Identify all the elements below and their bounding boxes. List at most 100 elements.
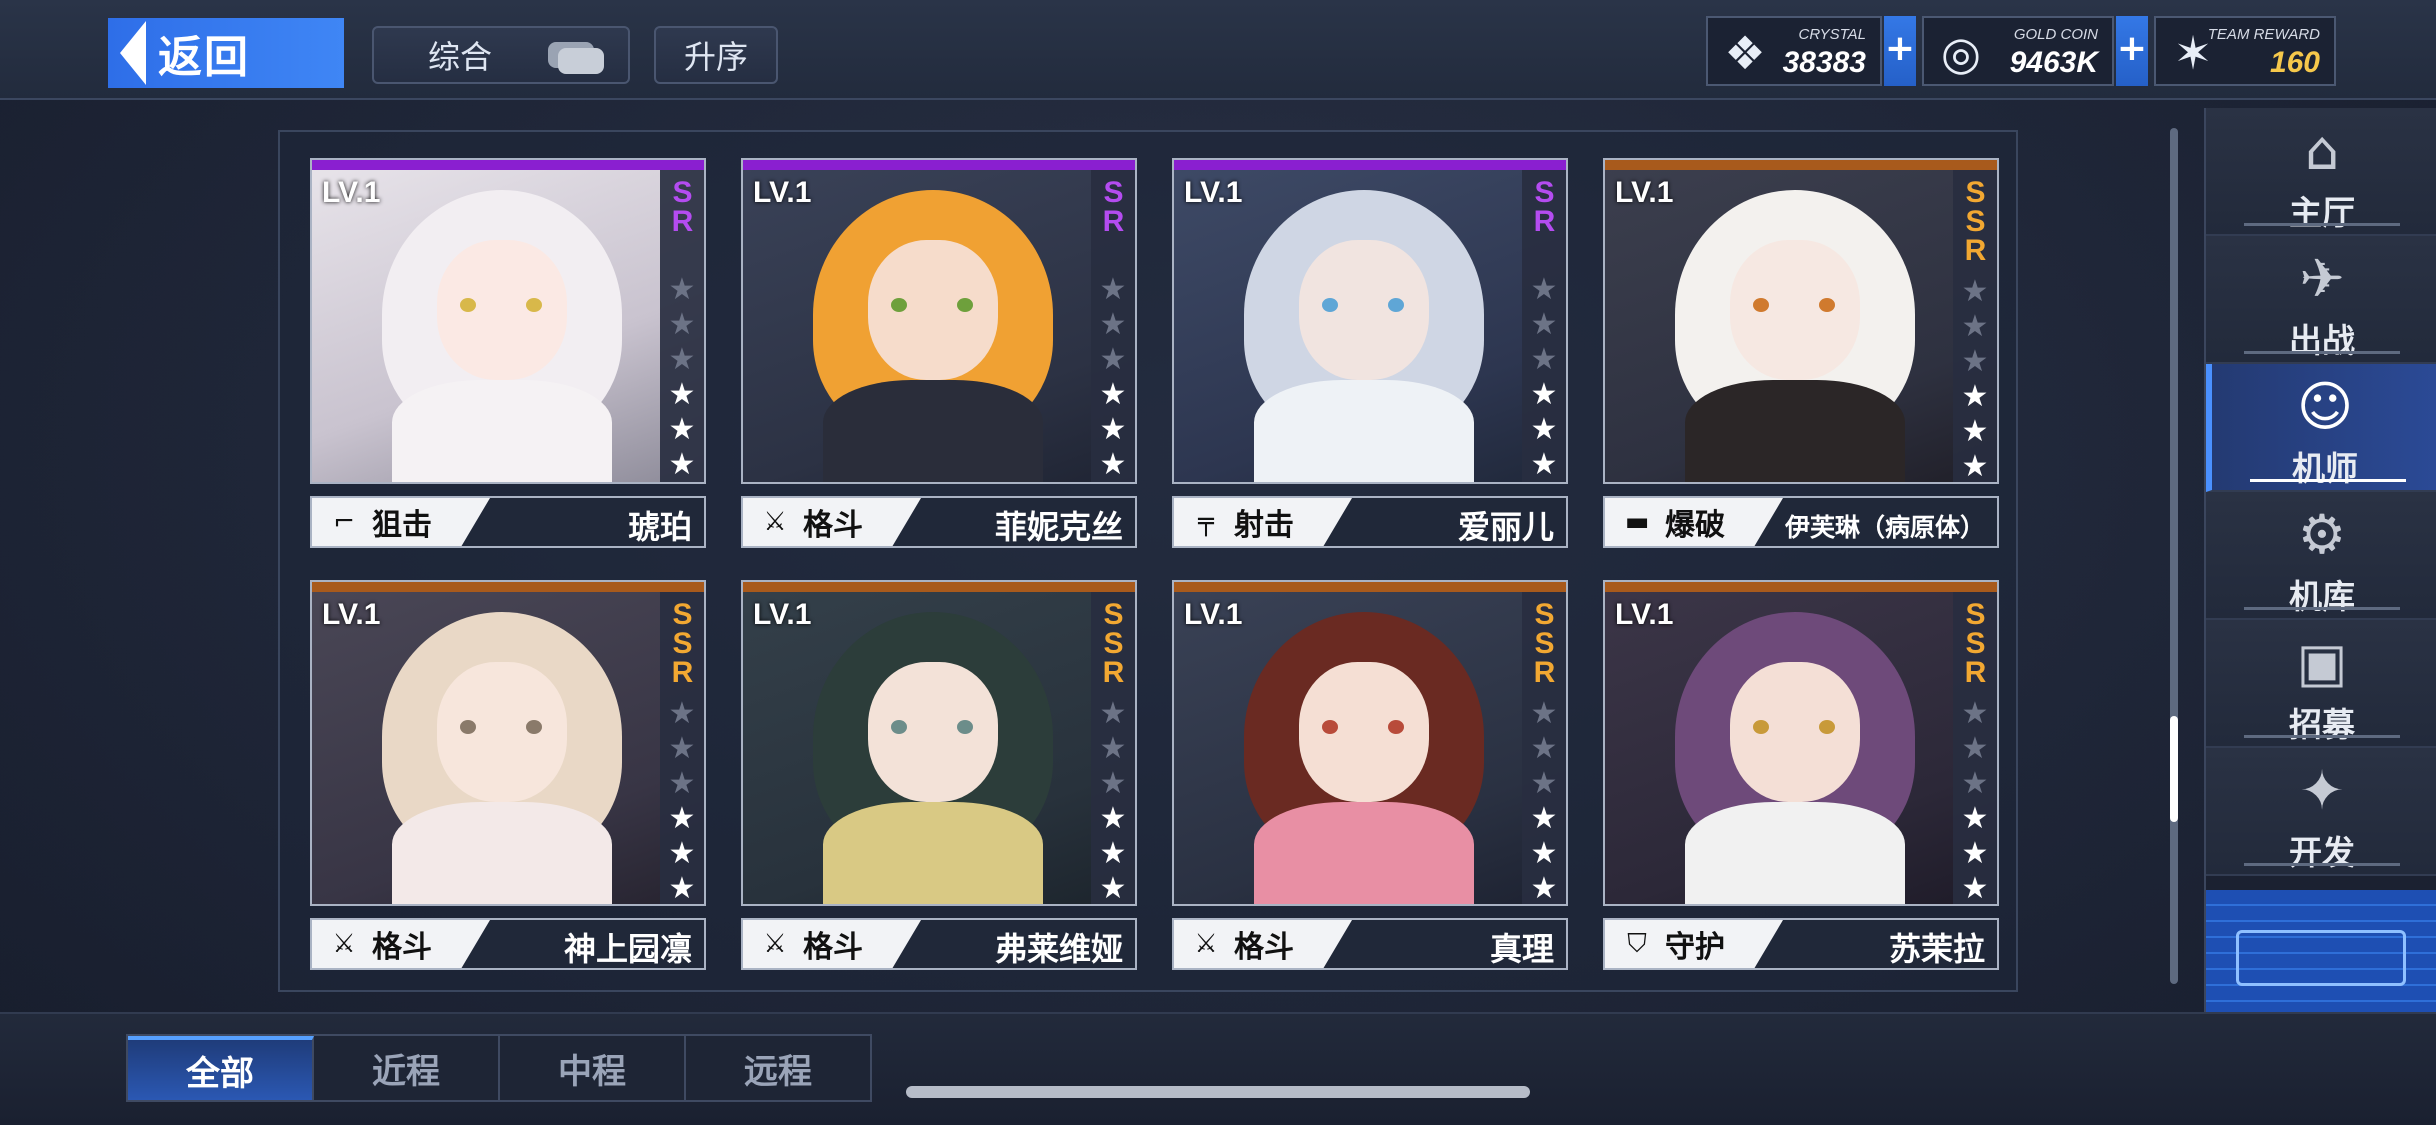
gold-coin-icon: ◎: [1940, 26, 1982, 80]
nav-item-develop[interactable]: ✦ 开发: [2206, 748, 2436, 876]
star-icon: ★: [1530, 307, 1558, 342]
pilot-name: 弗莱维娅: [994, 930, 1123, 968]
pilot-name: 琥珀: [627, 508, 692, 546]
launcher-icon: ▬: [1624, 507, 1650, 537]
crossed-swords-icon: ⚔: [1194, 929, 1218, 959]
pilot-illustration: [352, 602, 652, 904]
pilot-info-bar: ╤ 射击 爱丽儿: [1172, 496, 1568, 548]
sort-filter-button[interactable]: 综合: [372, 26, 630, 84]
add-gold-button[interactable]: +: [2116, 16, 2148, 86]
role-tag: ╤ 射击: [1174, 498, 1352, 546]
nav-item-hangar[interactable]: ⚙ 机库: [2206, 492, 2436, 620]
star-icon: ★: [1530, 377, 1558, 412]
pilot-card[interactable]: LV.1 SSR ★ ★ ★ ★ ★ ★ ⛉ 守护 苏茉拉: [1603, 580, 1999, 970]
pilot-level: LV.1: [1615, 598, 1674, 631]
crystal-caption: CRYSTAL: [1798, 26, 1866, 43]
tab-melee[interactable]: 近程: [314, 1036, 500, 1100]
home-indicator[interactable]: [906, 1086, 1530, 1098]
star-icon: ★: [1099, 766, 1127, 801]
crystal-value: 38383: [1782, 46, 1866, 79]
nav-item-label: 主厅: [2289, 193, 2355, 232]
star-icon: ★: [1530, 801, 1558, 836]
pilot-card[interactable]: LV.1 SSR ★ ★ ★ ★ ★ ★ ⚔ 格斗 真理: [1172, 580, 1568, 970]
pilot-portrait: LV.1 SSR ★ ★ ★ ★ ★ ★: [1172, 580, 1568, 906]
toggle-icon: [548, 42, 604, 74]
pilot-icon: ☺: [2296, 375, 2354, 438]
star-icon: ★: [668, 836, 696, 871]
pilot-portrait: LV.1 SSR ★ ★ ★ ★ ★ ★: [1603, 580, 1999, 906]
star-icon: ★: [1961, 766, 1989, 801]
role-label: 格斗: [1234, 930, 1294, 965]
tab-mid-range[interactable]: 中程: [500, 1036, 686, 1100]
star-icon: ★: [1530, 272, 1558, 307]
nav-item-sortie[interactable]: ✈ 出战: [2206, 236, 2436, 364]
star-icon: ★: [1961, 731, 1989, 766]
rarity-badge: SR: [1097, 176, 1130, 234]
star-icon: ★: [1099, 412, 1127, 447]
pilot-card[interactable]: LV.1 SR ★ ★ ★ ★ ★ ★ ╤ 射击 爱丽儿: [1172, 158, 1568, 548]
pilot-card[interactable]: LV.1 SR ★ ★ ★ ★ ★ ★ ⌐ 狙击 琥珀: [310, 158, 706, 548]
star-icon: ★: [1099, 342, 1127, 377]
nav-item-label: 机师: [2292, 449, 2358, 488]
ship-blueprint-thumbnail[interactable]: [2206, 890, 2436, 1018]
tab-long-range[interactable]: 远程: [686, 1036, 870, 1100]
star-icon: ★: [668, 412, 696, 447]
team-reward-counter: ✶ TEAM REWARD 160: [2154, 16, 2336, 86]
pilot-portrait: LV.1 SSR ★ ★ ★ ★ ★ ★: [1603, 158, 1999, 484]
rarity-stripe: [743, 160, 1135, 170]
star-icon: ★: [1099, 377, 1127, 412]
lobby-icon: ⌂: [2304, 119, 2340, 182]
pilot-card[interactable]: LV.1 SSR ★ ★ ★ ★ ★ ★ ⚔ 格斗 弗莱维娅: [741, 580, 1137, 970]
star-icon: ★: [668, 766, 696, 801]
pilot-portrait: LV.1 SR ★ ★ ★ ★ ★ ★: [1172, 158, 1568, 484]
star-icon: ★: [668, 342, 696, 377]
right-nav: ⌂ 主厅 ✈ 出战 ☺ 机师 ⚙ 机库 ▣ 招募 ✦ 开发: [2204, 108, 2436, 1018]
star-rating: ★ ★ ★ ★ ★ ★: [1530, 696, 1558, 904]
scrollbar-thumb[interactable]: [2170, 716, 2178, 822]
star-icon: ★: [668, 696, 696, 731]
star-icon: ★: [1099, 836, 1127, 871]
pilot-card[interactable]: LV.1 SR ★ ★ ★ ★ ★ ★ ⚔ 格斗 菲妮克丝: [741, 158, 1137, 548]
star-icon: ★: [1961, 836, 1989, 871]
star-rating: ★ ★ ★ ★ ★ ★: [1100, 272, 1127, 482]
rarity-badge: SSR: [1528, 598, 1561, 685]
pilot-info-bar: ▬ 爆破 伊芙琳（病原体）: [1603, 496, 1999, 548]
nav-item-label: 出战: [2289, 321, 2355, 360]
pilot-illustration: [1645, 602, 1945, 904]
back-button[interactable]: 返回: [108, 18, 344, 88]
nav-item-lobby[interactable]: ⌂ 主厅: [2206, 108, 2436, 236]
tab-all[interactable]: 全部: [128, 1036, 314, 1100]
crystal-icon: ❖: [1724, 26, 1766, 80]
pilot-card[interactable]: LV.1 SSR ★ ★ ★ ★ ★ ★ ⚔ 格斗 神上园凛: [310, 580, 706, 970]
nav-item-recruit[interactable]: ▣ 招募: [2206, 620, 2436, 748]
pilot-info-bar: ⚔ 格斗 弗莱维娅: [741, 918, 1137, 970]
star-icon: ★: [1530, 412, 1558, 447]
add-crystal-button[interactable]: +: [1884, 16, 1916, 86]
role-tag: ⚔ 格斗: [743, 920, 921, 968]
pilot-level: LV.1: [753, 176, 812, 209]
pilot-card[interactable]: LV.1 SSR ★ ★ ★ ★ ★ ★ ▬ 爆破 伊芙琳（病原体）: [1603, 158, 1999, 548]
scrollbar-track[interactable]: [2170, 128, 2178, 984]
recruit-icon: ▣: [2296, 631, 2348, 694]
star-icon: ★: [1530, 447, 1558, 482]
pilot-level: LV.1: [322, 176, 381, 209]
rarity-badge: SSR: [1959, 176, 1992, 263]
role-label: 爆破: [1665, 508, 1725, 543]
role-label: 格斗: [803, 930, 863, 965]
pilot-level: LV.1: [1184, 176, 1243, 209]
range-filter-tabs: 全部 近程 中程 远程: [126, 1034, 872, 1102]
rarity-badge: SSR: [1959, 598, 1992, 685]
sort-order-button[interactable]: 升序: [654, 26, 778, 84]
star-icon: ★: [1961, 696, 1989, 731]
sort-filter-label: 综合: [428, 38, 493, 76]
rarity-column: SR ★ ★ ★ ★ ★ ★: [660, 170, 704, 482]
back-label: 返回: [158, 32, 250, 83]
star-icon: ★: [1099, 871, 1127, 906]
star-icon: ★: [1961, 449, 1989, 484]
team-reward-value: 160: [2269, 46, 2320, 79]
nav-item-pilot[interactable]: ☺ 机师: [2206, 364, 2436, 492]
star-icon: ★: [668, 307, 696, 342]
crossed-swords-icon: ⚔: [332, 929, 356, 959]
star-icon: ★: [1961, 801, 1989, 836]
rarity-stripe: [1174, 582, 1566, 592]
